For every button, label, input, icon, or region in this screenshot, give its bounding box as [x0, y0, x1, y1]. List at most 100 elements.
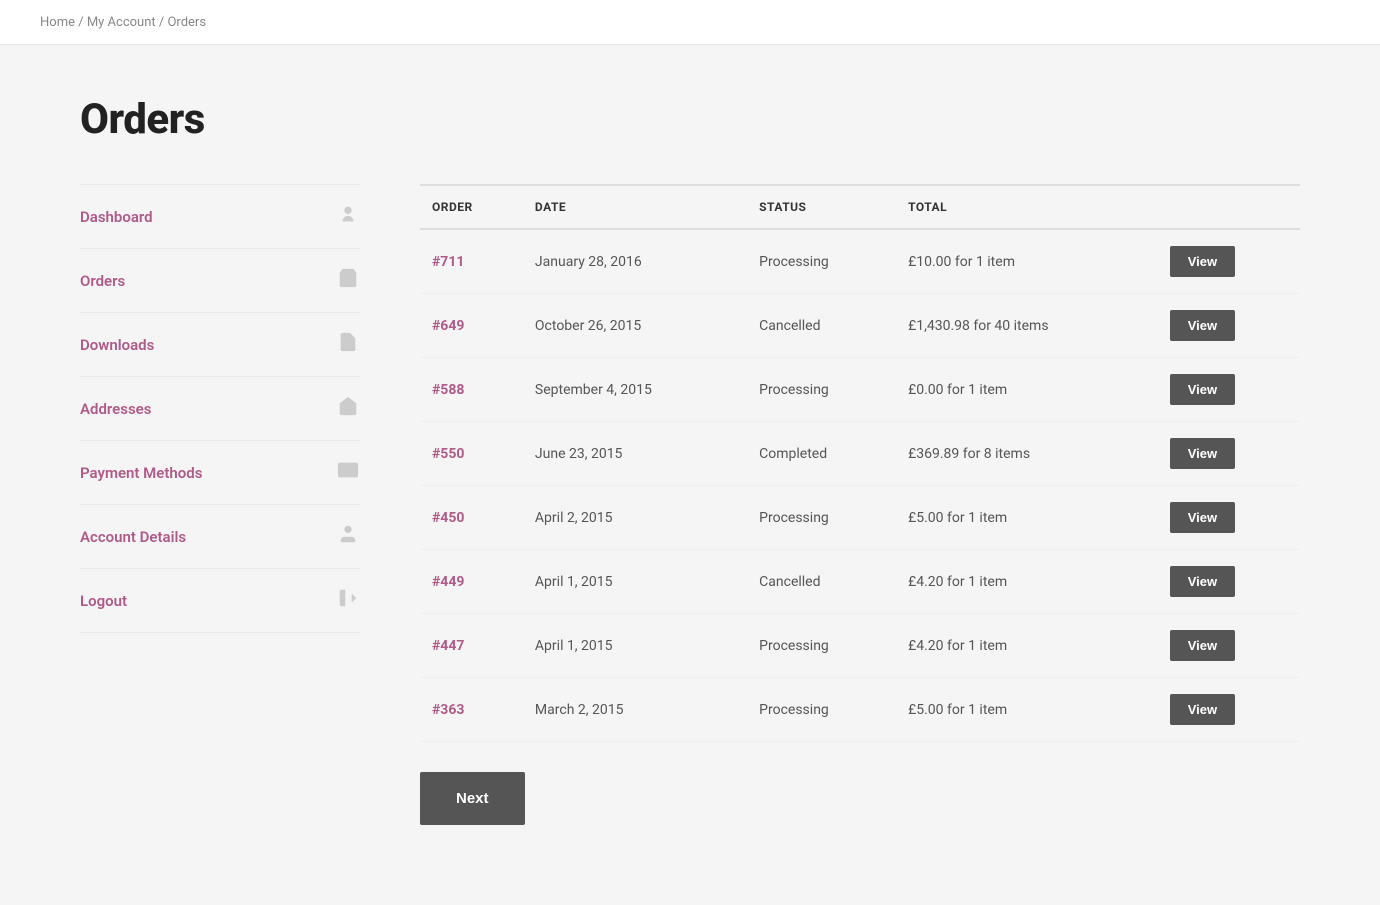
order-total: £4.20 for 1 item — [896, 550, 1158, 614]
addresses-icon — [336, 395, 360, 422]
col-total: TOTAL — [896, 185, 1158, 229]
order-action: View — [1158, 422, 1300, 486]
order-number: #450 — [420, 486, 523, 550]
order-number: #363 — [420, 678, 523, 742]
layout: Dashboard Orders Downloads — [80, 184, 1300, 825]
order-link[interactable]: #447 — [432, 638, 464, 654]
order-date: June 23, 2015 — [523, 422, 747, 486]
order-date: April 2, 2015 — [523, 486, 747, 550]
order-action: View — [1158, 486, 1300, 550]
account-icon — [336, 523, 360, 550]
order-status: Cancelled — [747, 294, 896, 358]
orders-icon — [336, 267, 360, 294]
col-status: STATUS — [747, 185, 896, 229]
breadcrumb-current: Orders — [167, 15, 206, 30]
view-button[interactable]: View — [1170, 566, 1235, 597]
order-link[interactable]: #550 — [432, 446, 464, 462]
order-action: View — [1158, 358, 1300, 422]
next-button[interactable]: Next — [420, 772, 525, 825]
view-button[interactable]: View — [1170, 246, 1235, 277]
orders-table: ORDER DATE STATUS TOTAL #711 January 28, … — [420, 184, 1300, 742]
order-action: View — [1158, 614, 1300, 678]
order-status: Completed — [747, 422, 896, 486]
order-total: £5.00 for 1 item — [896, 486, 1158, 550]
sidebar-item-downloads[interactable]: Downloads — [80, 313, 360, 377]
table-row: #447 April 1, 2015Processing£4.20 for 1 i… — [420, 614, 1300, 678]
order-action: View — [1158, 229, 1300, 294]
sidebar-item-payment-methods[interactable]: Payment Methods — [80, 441, 360, 505]
order-total: £0.00 for 1 item — [896, 358, 1158, 422]
table-row: #363 March 2, 2015Processing£5.00 for 1 i… — [420, 678, 1300, 742]
breadcrumb-home[interactable]: Home — [40, 15, 75, 30]
order-total: £10.00 for 1 item — [896, 229, 1158, 294]
order-link[interactable]: #450 — [432, 510, 464, 526]
downloads-icon — [336, 331, 360, 358]
order-link[interactable]: #588 — [432, 382, 464, 398]
view-button[interactable]: View — [1170, 630, 1235, 661]
content-area: ORDER DATE STATUS TOTAL #711 January 28, … — [420, 184, 1300, 825]
order-status: Processing — [747, 486, 896, 550]
logout-icon — [336, 587, 360, 614]
order-status: Processing — [747, 614, 896, 678]
order-status: Cancelled — [747, 550, 896, 614]
payment-icon — [336, 459, 360, 486]
order-date: March 2, 2015 — [523, 678, 747, 742]
order-link[interactable]: #449 — [432, 574, 464, 590]
table-row: #449 April 1, 2015Cancelled£4.20 for 1 it… — [420, 550, 1300, 614]
order-number: #711 — [420, 229, 523, 294]
breadcrumb-myaccount[interactable]: My Account — [87, 15, 156, 30]
breadcrumb-bar: Home / My Account / Orders — [0, 0, 1380, 45]
order-number: #447 — [420, 614, 523, 678]
order-number: #449 — [420, 550, 523, 614]
order-total: £4.20 for 1 item — [896, 614, 1158, 678]
sidebar-item-logout[interactable]: Logout — [80, 569, 360, 633]
sidebar-label-dashboard: Dashboard — [80, 208, 153, 226]
table-row: #711 January 28, 2016Processing£10.00 for… — [420, 229, 1300, 294]
breadcrumb: Home / My Account / Orders — [40, 15, 206, 30]
order-action: View — [1158, 550, 1300, 614]
order-total: £5.00 for 1 item — [896, 678, 1158, 742]
order-link[interactable]: #711 — [432, 254, 464, 270]
order-number: #588 — [420, 358, 523, 422]
order-link[interactable]: #649 — [432, 318, 464, 334]
sidebar-item-dashboard[interactable]: Dashboard — [80, 184, 360, 249]
order-link[interactable]: #363 — [432, 702, 464, 718]
col-action — [1158, 185, 1300, 229]
order-date: April 1, 2015 — [523, 614, 747, 678]
sidebar-label-logout: Logout — [80, 592, 127, 610]
order-total: £1,430.98 for 40 items — [896, 294, 1158, 358]
order-date: April 1, 2015 — [523, 550, 747, 614]
view-button[interactable]: View — [1170, 374, 1235, 405]
page-title: Orders — [80, 95, 1300, 144]
order-date: October 26, 2015 — [523, 294, 747, 358]
breadcrumb-sep1: / — [78, 15, 87, 30]
view-button[interactable]: View — [1170, 694, 1235, 725]
view-button[interactable]: View — [1170, 438, 1235, 469]
table-row: #450 April 2, 2015Processing£5.00 for 1 i… — [420, 486, 1300, 550]
order-date: September 4, 2015 — [523, 358, 747, 422]
sidebar-item-account-details[interactable]: Account Details — [80, 505, 360, 569]
order-date: January 28, 2016 — [523, 229, 747, 294]
sidebar-label-orders: Orders — [80, 272, 125, 290]
view-button[interactable]: View — [1170, 310, 1235, 341]
sidebar-label-account: Account Details — [80, 528, 186, 546]
view-button[interactable]: View — [1170, 502, 1235, 533]
order-total: £369.89 for 8 items — [896, 422, 1158, 486]
sidebar-label-downloads: Downloads — [80, 336, 154, 354]
order-status: Processing — [747, 229, 896, 294]
sidebar-label-payment: Payment Methods — [80, 464, 202, 482]
sidebar: Dashboard Orders Downloads — [80, 184, 360, 825]
table-row: #649 October 26, 2015Cancelled£1,430.98 f… — [420, 294, 1300, 358]
sidebar-label-addresses: Addresses — [80, 400, 151, 418]
table-row: #550 June 23, 2015Completed£369.89 for 8 … — [420, 422, 1300, 486]
col-date: DATE — [523, 185, 747, 229]
sidebar-item-addresses[interactable]: Addresses — [80, 377, 360, 441]
order-status: Processing — [747, 678, 896, 742]
main-content: Orders Dashboard Orders — [40, 45, 1340, 905]
sidebar-item-orders[interactable]: Orders — [80, 249, 360, 313]
table-header-row: ORDER DATE STATUS TOTAL — [420, 185, 1300, 229]
order-number: #550 — [420, 422, 523, 486]
order-status: Processing — [747, 358, 896, 422]
table-row: #588 September 4, 2015Processing£0.00 for… — [420, 358, 1300, 422]
order-action: View — [1158, 294, 1300, 358]
